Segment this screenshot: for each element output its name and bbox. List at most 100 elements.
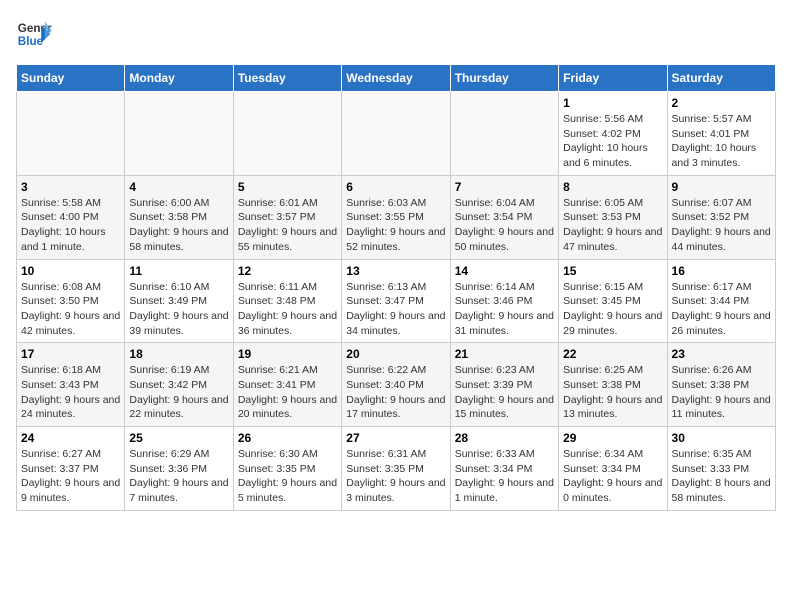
day-cell: 29 Sunrise: 6:34 AMSunset: 3:34 PMDayligh… [559,427,667,511]
day-info: Sunrise: 6:08 AMSunset: 3:50 PMDaylight:… [21,280,120,339]
day-info: Sunrise: 5:56 AMSunset: 4:02 PMDaylight:… [563,112,662,171]
day-info: Sunrise: 6:04 AMSunset: 3:54 PMDaylight:… [455,196,554,255]
day-info: Sunrise: 6:10 AMSunset: 3:49 PMDaylight:… [129,280,228,339]
day-cell: 14Sunrise: 6:14 AMSunset: 3:46 PMDayligh… [450,259,558,343]
day-cell: 21 Sunrise: 6:23 AMSunset: 3:39 PMDayligh… [450,343,558,427]
day-info: Sunrise: 6:27 AMSunset: 3:37 PMDaylight:… [21,447,120,506]
day-cell: 20 Sunrise: 6:22 AMSunset: 3:40 PMDayligh… [342,343,450,427]
week-row-5: 24Sunrise: 6:27 AMSunset: 3:37 PMDayligh… [17,427,776,511]
day-info: Sunrise: 5:58 AMSunset: 4:00 PMDaylight:… [21,196,120,255]
day-info: Sunrise: 6:23 AMSunset: 3:39 PMDaylight:… [455,363,554,422]
header-sunday: Sunday [17,65,125,92]
header-monday: Monday [125,65,233,92]
day-number: 11 [129,264,228,278]
header-friday: Friday [559,65,667,92]
day-cell: 10 Sunrise: 6:08 AMSunset: 3:50 PMDayligh… [17,259,125,343]
week-row-2: 3Sunrise: 5:58 AMSunset: 4:00 PMDaylight… [17,175,776,259]
day-number: 4 [129,180,228,194]
day-number: 12 [238,264,337,278]
day-number: 1 [563,96,662,110]
header-tuesday: Tuesday [233,65,341,92]
day-info: Sunrise: 6:19 AMSunset: 3:42 PMDaylight:… [129,363,228,422]
day-number: 26 [238,431,337,445]
day-cell: 16 Sunrise: 6:17 AMSunset: 3:44 PMDayligh… [667,259,775,343]
day-cell: 19 Sunrise: 6:21 AMSunset: 3:41 PMDayligh… [233,343,341,427]
day-cell: 28Sunrise: 6:33 AMSunset: 3:34 PMDayligh… [450,427,558,511]
header-thursday: Thursday [450,65,558,92]
day-cell: 4 Sunrise: 6:00 AMSunset: 3:58 PMDaylight… [125,175,233,259]
calendar-header-row: SundayMondayTuesdayWednesdayThursdayFrid… [17,65,776,92]
day-cell [125,92,233,176]
day-info: Sunrise: 6:26 AMSunset: 3:38 PMDaylight:… [672,363,771,422]
week-row-3: 10 Sunrise: 6:08 AMSunset: 3:50 PMDayligh… [17,259,776,343]
day-cell: 7 Sunrise: 6:04 AMSunset: 3:54 PMDaylight… [450,175,558,259]
day-number: 7 [455,180,554,194]
day-cell: 30Sunrise: 6:35 AMSunset: 3:33 PMDayligh… [667,427,775,511]
day-number: 18 [129,347,228,361]
day-info: Sunrise: 6:11 AMSunset: 3:48 PMDaylight:… [238,280,337,339]
day-number: 2 [672,96,771,110]
day-cell: 9 Sunrise: 6:07 AMSunset: 3:52 PMDaylight… [667,175,775,259]
day-info: Sunrise: 6:22 AMSunset: 3:40 PMDaylight:… [346,363,445,422]
day-number: 23 [672,347,771,361]
week-row-4: 17Sunrise: 6:18 AMSunset: 3:43 PMDayligh… [17,343,776,427]
header-saturday: Saturday [667,65,775,92]
day-info: Sunrise: 6:00 AMSunset: 3:58 PMDaylight:… [129,196,228,255]
day-number: 6 [346,180,445,194]
day-cell [342,92,450,176]
day-info: Sunrise: 6:29 AMSunset: 3:36 PMDaylight:… [129,447,228,506]
calendar-table: SundayMondayTuesdayWednesdayThursdayFrid… [16,64,776,511]
day-number: 29 [563,431,662,445]
day-number: 8 [563,180,662,194]
day-number: 25 [129,431,228,445]
day-number: 14 [455,264,554,278]
day-cell: 17Sunrise: 6:18 AMSunset: 3:43 PMDayligh… [17,343,125,427]
day-cell: 22 Sunrise: 6:25 AMSunset: 3:38 PMDayligh… [559,343,667,427]
day-cell: 11 Sunrise: 6:10 AMSunset: 3:49 PMDayligh… [125,259,233,343]
day-cell: 5Sunrise: 6:01 AMSunset: 3:57 PMDaylight… [233,175,341,259]
day-cell: 15Sunrise: 6:15 AMSunset: 3:45 PMDayligh… [559,259,667,343]
logo: General Blue [16,16,58,52]
day-info: Sunrise: 6:03 AMSunset: 3:55 PMDaylight:… [346,196,445,255]
day-cell: 24Sunrise: 6:27 AMSunset: 3:37 PMDayligh… [17,427,125,511]
day-info: Sunrise: 6:25 AMSunset: 3:38 PMDaylight:… [563,363,662,422]
day-cell: 23 Sunrise: 6:26 AMSunset: 3:38 PMDayligh… [667,343,775,427]
day-cell: 8 Sunrise: 6:05 AMSunset: 3:53 PMDaylight… [559,175,667,259]
day-cell: 2 Sunrise: 5:57 AMSunset: 4:01 PMDaylight… [667,92,775,176]
day-number: 10 [21,264,120,278]
day-cell: 26 Sunrise: 6:30 AMSunset: 3:35 PMDayligh… [233,427,341,511]
day-info: Sunrise: 6:17 AMSunset: 3:44 PMDaylight:… [672,280,771,339]
day-number: 17 [21,347,120,361]
header-wednesday: Wednesday [342,65,450,92]
day-cell [17,92,125,176]
day-info: Sunrise: 6:34 AMSunset: 3:34 PMDaylight:… [563,447,662,506]
day-info: Sunrise: 6:07 AMSunset: 3:52 PMDaylight:… [672,196,771,255]
day-number: 27 [346,431,445,445]
day-cell [450,92,558,176]
day-number: 21 [455,347,554,361]
day-number: 13 [346,264,445,278]
day-cell: 25 Sunrise: 6:29 AMSunset: 3:36 PMDayligh… [125,427,233,511]
day-number: 16 [672,264,771,278]
logo-icon: General Blue [16,16,52,52]
week-row-1: 1 Sunrise: 5:56 AMSunset: 4:02 PMDaylight… [17,92,776,176]
day-info: Sunrise: 6:05 AMSunset: 3:53 PMDaylight:… [563,196,662,255]
day-number: 19 [238,347,337,361]
day-cell: 13Sunrise: 6:13 AMSunset: 3:47 PMDayligh… [342,259,450,343]
day-cell: 18 Sunrise: 6:19 AMSunset: 3:42 PMDayligh… [125,343,233,427]
day-cell [233,92,341,176]
day-number: 9 [672,180,771,194]
day-info: Sunrise: 5:57 AMSunset: 4:01 PMDaylight:… [672,112,771,171]
day-number: 15 [563,264,662,278]
day-cell: 1 Sunrise: 5:56 AMSunset: 4:02 PMDaylight… [559,92,667,176]
day-cell: 6 Sunrise: 6:03 AMSunset: 3:55 PMDaylight… [342,175,450,259]
day-info: Sunrise: 6:21 AMSunset: 3:41 PMDaylight:… [238,363,337,422]
day-info: Sunrise: 6:33 AMSunset: 3:34 PMDaylight:… [455,447,554,506]
day-info: Sunrise: 6:35 AMSunset: 3:33 PMDaylight:… [672,447,771,506]
page-header: General Blue [16,16,776,52]
day-number: 20 [346,347,445,361]
day-number: 22 [563,347,662,361]
day-info: Sunrise: 6:30 AMSunset: 3:35 PMDaylight:… [238,447,337,506]
day-cell: 27 Sunrise: 6:31 AMSunset: 3:35 PMDayligh… [342,427,450,511]
day-info: Sunrise: 6:31 AMSunset: 3:35 PMDaylight:… [346,447,445,506]
